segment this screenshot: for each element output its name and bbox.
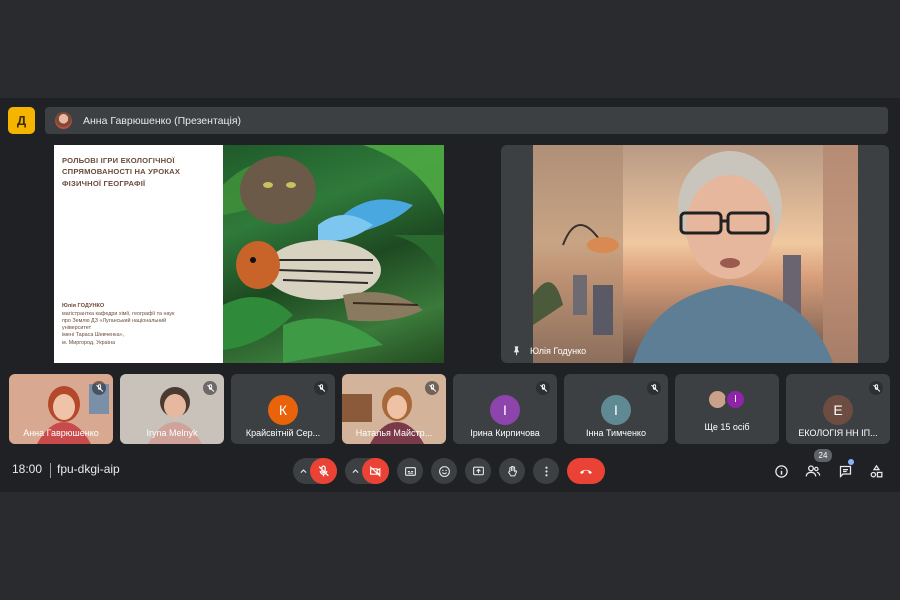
raise-hand-button[interactable] — [499, 458, 525, 484]
avatar-letter: І — [734, 394, 737, 405]
participant-avatar: І — [490, 395, 520, 425]
current-time: 18:00 — [12, 462, 43, 476]
meeting-info-button[interactable] — [771, 461, 791, 481]
chevron-up-icon[interactable] — [296, 464, 310, 478]
leave-call-icon — [580, 469, 592, 474]
mic-off-icon — [318, 465, 329, 476]
mic-muted-icon — [647, 381, 661, 395]
slide-author-line: університет — [62, 325, 92, 332]
participant-avatar: І — [601, 395, 631, 425]
info-icon — [774, 464, 788, 478]
activities-icon — [870, 464, 882, 477]
speaker-name-label: Юлія Годунко — [511, 345, 586, 356]
bottom-band — [0, 492, 900, 600]
participant-tile[interactable]: Е ЕКОЛОГІЯ НН ІП... — [786, 374, 890, 444]
new-message-dot — [848, 459, 854, 465]
more-options-button[interactable] — [533, 458, 559, 484]
top-band — [0, 0, 900, 98]
emoji-icon — [438, 465, 450, 477]
participant-name: Iryna Melnyk — [146, 428, 198, 438]
avatar-letter: І — [503, 402, 507, 418]
stacked-avatars: І — [707, 389, 751, 411]
presenter-avatar — [55, 112, 72, 129]
pin-icon[interactable] — [511, 345, 522, 356]
mic-muted-icon — [203, 381, 217, 395]
slide-author-block: Юлія ГОДУНКО магістрантка кафедри хімії,… — [62, 303, 220, 347]
mic-muted-icon — [536, 381, 550, 395]
participant-avatar: І — [725, 389, 746, 410]
participant-tile[interactable]: Анна Гаврюшенко — [9, 374, 113, 444]
mic-muted-icon — [92, 381, 106, 395]
speaker-name: Юлія Годунко — [530, 345, 587, 356]
participant-tile[interactable]: І Інна Тимченко — [564, 374, 668, 444]
mic-toggle-button[interactable] — [310, 458, 337, 484]
slide-author-name: Юлія ГОДУНКО — [62, 303, 105, 309]
slide-author-line: про Землю ДЗ «Луганський національний — [62, 317, 167, 324]
camera-toggle-button[interactable] — [362, 458, 389, 484]
app-logo[interactable]: Д — [8, 107, 35, 134]
participant-name: Наталья Майстр... — [355, 428, 433, 438]
activities-button[interactable] — [866, 461, 886, 481]
more-participants-label: Ще 15 осіб — [704, 422, 750, 432]
mic-muted-icon — [425, 381, 439, 395]
chevron-up-icon[interactable] — [348, 464, 362, 478]
participant-name: Крайсвітній Сер... — [245, 428, 321, 438]
slide-author-line: магістрантка кафедри хімії, географії та… — [62, 310, 175, 317]
camera-off-icon — [369, 465, 381, 477]
main-speaker-tile[interactable]: Юлія Годунко — [501, 145, 889, 363]
participant-tile[interactable]: Наталья Майстр... — [342, 374, 446, 444]
raise-hand-icon — [507, 465, 517, 476]
slide-title-line: ФІЗИЧНОЇ ГЕОГРАФІЇ — [62, 178, 146, 188]
present-button[interactable] — [465, 458, 491, 484]
shared-slide: РОЛЬОВІ ІГРИ ЕКОЛОГІЧНОЇ СПРЯМОВАНОСТІ Н… — [54, 145, 444, 363]
participant-tile[interactable]: І Ірина Кирпичова — [453, 374, 557, 444]
speaker-video-frame — [533, 145, 858, 363]
presentation-title: Анна Гаврюшенко (Презентація) — [83, 114, 242, 127]
people-icon — [805, 465, 821, 477]
participant-avatar: Е — [823, 395, 853, 425]
participant-tile[interactable]: Iryna Melnyk — [120, 374, 224, 444]
present-icon — [472, 466, 484, 475]
mic-muted-icon — [314, 381, 328, 395]
divider — [50, 463, 51, 478]
slide-title-line: СПРЯМОВАНОСТІ НА УРОКАХ — [62, 167, 181, 177]
meeting-code[interactable]: fpu-dkgi-aip — [57, 462, 120, 476]
emoji-button[interactable] — [431, 458, 457, 484]
chat-icon — [839, 465, 851, 478]
participant-tile[interactable]: К Крайсвітній Сер... — [231, 374, 335, 444]
leave-call-button[interactable] — [567, 458, 605, 484]
participant-name: ЕКОЛОГІЯ НН ІП... — [798, 428, 878, 438]
slide-title-line: РОЛЬОВІ ІГРИ ЕКОЛОГІЧНОЇ — [62, 156, 175, 165]
mic-muted-icon — [869, 381, 883, 395]
presentation-bar[interactable]: Анна Гаврюшенко (Презентація) — [45, 107, 888, 134]
avatar-letter: К — [278, 402, 288, 418]
slide-jungle-illustration — [223, 145, 444, 363]
more-participants-tile[interactable]: І Ще 15 осіб — [675, 374, 779, 444]
participant-name: Інна Тимченко — [586, 428, 646, 438]
logo-letter: Д — [16, 113, 27, 128]
more-options-icon — [544, 466, 548, 476]
people-button[interactable] — [803, 461, 823, 481]
avatar-letter: Е — [833, 402, 843, 418]
captions-icon — [404, 466, 416, 476]
slide-text-panel: РОЛЬОВІ ІГРИ ЕКОЛОГІЧНОЇ СПРЯМОВАНОСТІ Н… — [54, 145, 223, 363]
slide-author-line: імені Тараса Шевченка», — [62, 332, 125, 339]
avatar-letter: І — [614, 402, 618, 418]
participant-name: Ірина Кирпичова — [470, 428, 540, 438]
participant-avatar: К — [268, 395, 298, 425]
slide-title: РОЛЬОВІ ІГРИ ЕКОЛОГІЧНОЇ СПРЯМОВАНОСТІ Н… — [62, 155, 220, 189]
captions-button[interactable] — [397, 458, 423, 484]
slide-author-line: м. Миргород, Україна — [62, 339, 116, 346]
participant-name: Анна Гаврюшенко — [23, 428, 99, 438]
jungle-art — [223, 145, 444, 363]
speaker-video — [533, 145, 858, 363]
